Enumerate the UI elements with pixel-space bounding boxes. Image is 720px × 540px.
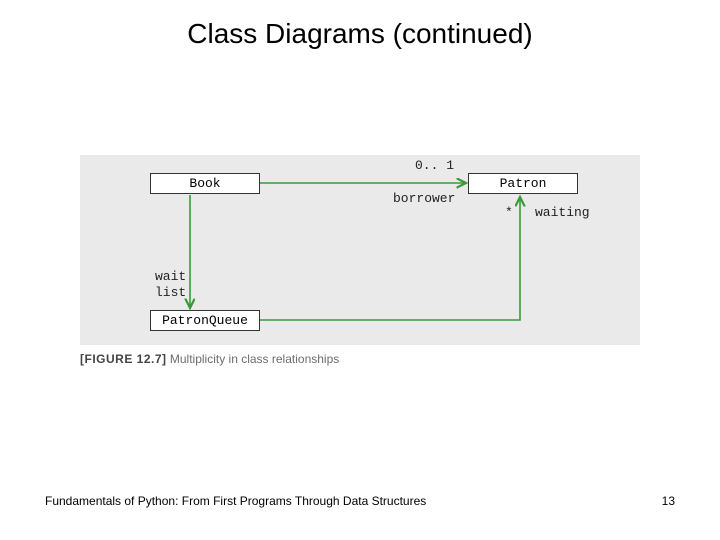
page-title: Class Diagrams (continued) <box>0 18 720 50</box>
arrow-patronqueue-to-patron <box>260 197 520 320</box>
role-waitlist-line2: list <box>155 285 186 300</box>
page-number: 13 <box>662 494 675 508</box>
figure-caption-text: Multiplicity in class relationships <box>170 352 339 366</box>
slide: Class Diagrams (continued) Book Patron P… <box>0 0 720 540</box>
role-waitlist-line1: wait <box>155 269 186 284</box>
multiplicity-waiting-star: * <box>505 205 513 220</box>
figure-label: [FIGURE 12.7] <box>80 352 167 366</box>
role-waiting: waiting <box>535 205 590 220</box>
role-borrower: borrower <box>393 191 455 206</box>
class-box-patron: Patron <box>468 173 578 194</box>
figure-caption: [FIGURE 12.7] Multiplicity in class rela… <box>80 352 339 366</box>
class-box-book: Book <box>150 173 260 194</box>
class-box-patronqueue: PatronQueue <box>150 310 260 331</box>
multiplicity-borrower: 0.. 1 <box>415 158 454 173</box>
diagram-panel: Book Patron PatronQueue 0.. 1 borrower *… <box>80 155 640 345</box>
footer-text: Fundamentals of Python: From First Progr… <box>45 494 426 508</box>
